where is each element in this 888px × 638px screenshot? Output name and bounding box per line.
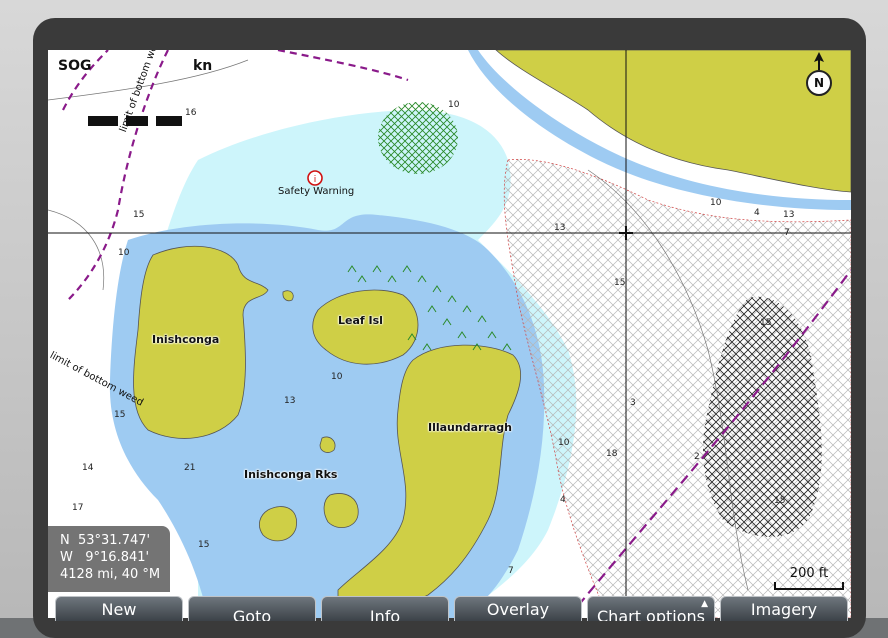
chart-view[interactable]: i SOG kn N Safety Warning limit of botto… <box>48 50 851 618</box>
island-label-inishconga-rks: Inishconga Rks <box>244 468 338 481</box>
sounding: 14 <box>82 463 94 473</box>
island-label-inishconga: Inishconga <box>152 333 220 346</box>
sounding: 10 <box>118 248 130 258</box>
island-label-illaundarragh: Illaundarragh <box>428 421 512 434</box>
sounding: 10 <box>448 100 460 110</box>
sounding: 10 <box>558 438 570 448</box>
position-readout: N 53°31.747' W 9°16.841' 4128 mi, 40 °M <box>48 526 170 592</box>
sounding: 10 <box>331 372 343 382</box>
sog-label: SOG <box>58 58 92 74</box>
sounding: 15 <box>760 318 772 328</box>
rock-4 <box>282 290 294 302</box>
imagery-button[interactable]: Imagery <box>720 596 848 621</box>
chart-options-label: Chart options <box>597 607 705 621</box>
sounding: 15 <box>774 496 786 506</box>
range-bearing: 4128 mi, 40 °M <box>60 567 161 582</box>
sounding: 13 <box>554 223 566 233</box>
sounding: 7 <box>784 228 790 238</box>
latitude: N 53°31.747' <box>60 533 151 548</box>
sounding: 15 <box>133 210 145 220</box>
sounding: 2 <box>694 452 700 462</box>
svg-text:i: i <box>314 175 317 185</box>
sounding: 16 <box>185 108 197 118</box>
longitude: W 9°16.841' <box>60 550 150 565</box>
island-label-leaf: Leaf Isl <box>338 314 383 327</box>
sounding: 3 <box>630 398 636 408</box>
sounding: 17 <box>72 503 84 513</box>
sounding: 10 <box>710 198 722 208</box>
new-button[interactable]: New <box>55 596 183 621</box>
sounding: 4 <box>754 208 760 218</box>
safety-warning-label: Safety Warning <box>278 186 355 197</box>
scale-label: 200 ft <box>789 566 829 581</box>
rock-3 <box>319 436 336 453</box>
sounding: 13 <box>783 210 795 220</box>
rock-2 <box>323 493 359 529</box>
goto-button[interactable]: Goto <box>188 596 316 621</box>
sounding: 18 <box>606 449 618 459</box>
north-arrow-icon <box>814 52 824 70</box>
speed-unit: kn <box>193 58 213 74</box>
depth-contour <box>48 209 105 291</box>
sounding: 4 <box>560 495 566 505</box>
sounding: 15 <box>198 540 210 550</box>
info-button[interactable]: Info <box>321 596 449 621</box>
north-label: N <box>806 70 832 96</box>
caret-up-icon: ▲ <box>701 599 708 609</box>
sounding: 13 <box>284 396 296 406</box>
softkey-bar: New Goto Info Overlay Chart options ▲ Im… <box>52 596 852 621</box>
sounding: 21 <box>184 463 196 473</box>
map-scale: 200 ft <box>774 566 844 590</box>
scale-bar <box>774 582 844 590</box>
overlay-button[interactable]: Overlay <box>454 596 582 621</box>
north-indicator[interactable]: N <box>806 52 832 96</box>
sounding: 15 <box>614 278 626 288</box>
weed-patch <box>378 102 458 174</box>
sounding: 15 <box>114 410 126 420</box>
sounding: 7 <box>508 566 514 576</box>
chart-options-button[interactable]: Chart options ▲ <box>587 596 715 621</box>
